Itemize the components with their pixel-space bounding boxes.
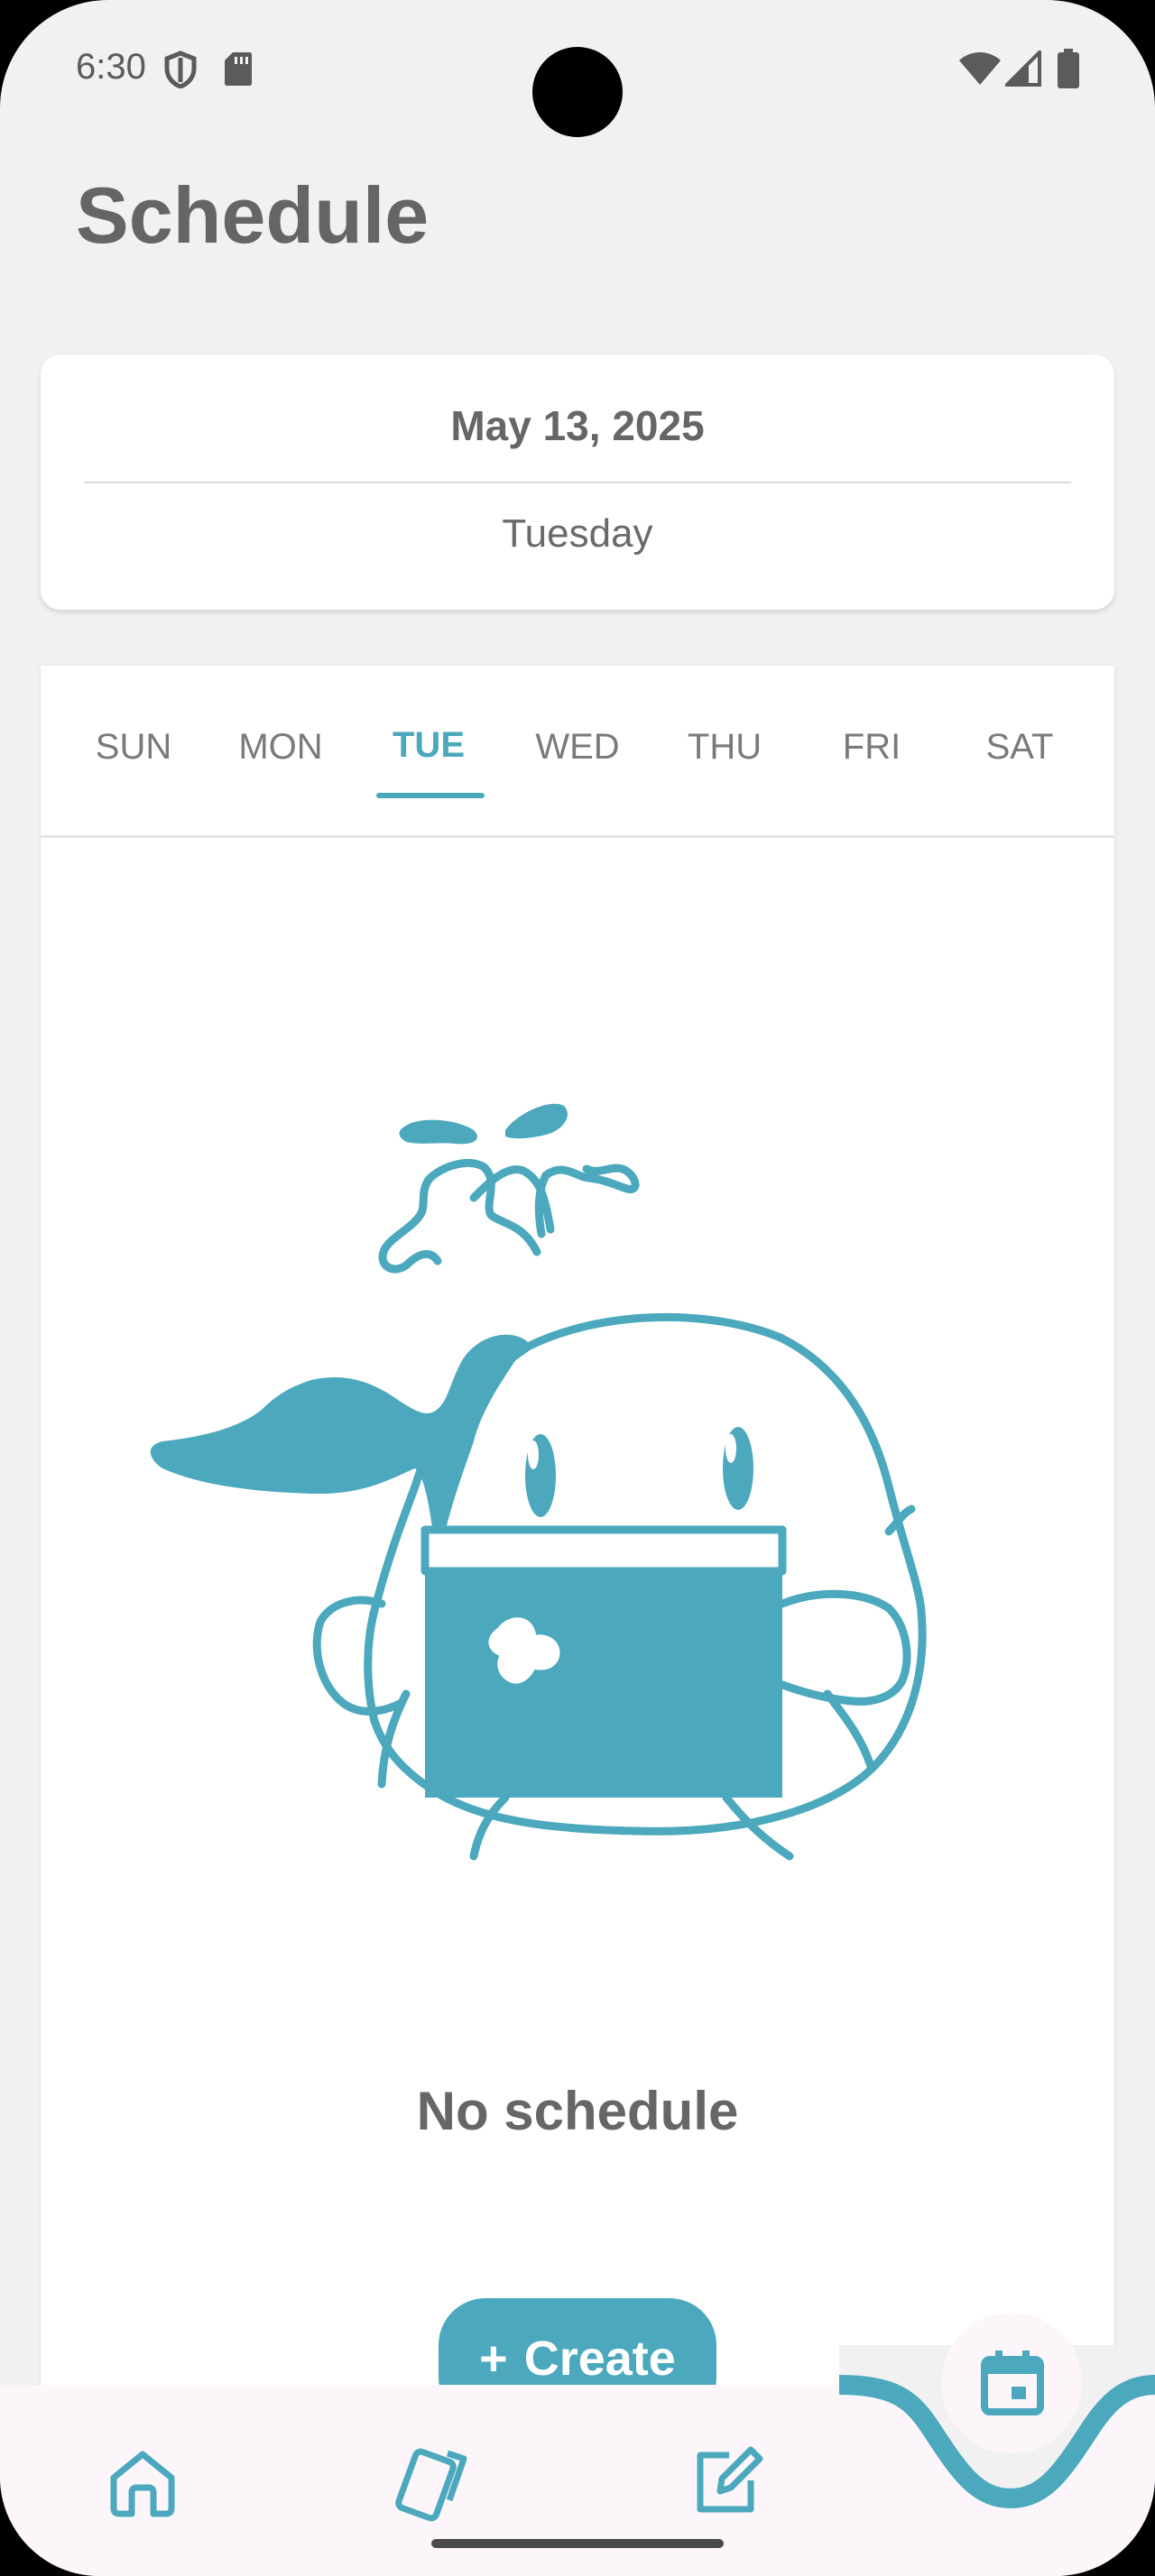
cards-icon xyxy=(395,2448,467,2522)
tab-fri[interactable]: FRI xyxy=(808,727,935,768)
home-icon xyxy=(110,2451,175,2517)
nav-item-home[interactable] xyxy=(101,2440,184,2527)
tab-sun[interactable]: SUN xyxy=(70,727,197,768)
status-bar: 6:30 xyxy=(0,0,1155,137)
tab-mon[interactable]: MON xyxy=(217,727,344,768)
gesture-home-indicator[interactable] xyxy=(431,2539,724,2548)
divider xyxy=(84,482,1071,483)
nav-item-cards[interactable] xyxy=(390,2435,480,2530)
shield-icon xyxy=(164,51,197,88)
tab-thu[interactable]: THU xyxy=(661,727,788,768)
camera-cutout xyxy=(532,47,623,137)
tab-tue[interactable]: TUE xyxy=(365,725,492,766)
cell-signal-icon xyxy=(1005,51,1041,87)
whale-with-calendar-illustration xyxy=(150,1103,927,1861)
tab-wed[interactable]: WED xyxy=(514,727,641,768)
wifi-icon xyxy=(959,52,1001,85)
tab-selected-indicator xyxy=(376,793,485,798)
nav-item-calendar[interactable] xyxy=(941,2313,1082,2453)
day-tabs: SUN MON TUE WED THU FRI SAT xyxy=(41,666,1114,838)
nav-item-edit[interactable] xyxy=(680,2435,771,2530)
sd-card-icon xyxy=(225,52,252,86)
app-screen: 6:30 Schedule May 13, 2025 Tuesday SUN M… xyxy=(0,0,1155,2576)
calendar-icon xyxy=(981,2351,1044,2415)
empty-state-message: No schedule xyxy=(416,2081,739,2141)
page-title: Schedule xyxy=(76,170,430,260)
status-time: 6:30 xyxy=(76,47,146,87)
selected-weekday: Tuesday xyxy=(502,511,653,556)
tab-sat[interactable]: SAT xyxy=(956,727,1083,768)
schedule-card: SUN MON TUE WED THU FRI SAT No schedule … xyxy=(41,666,1114,2470)
date-card[interactable]: May 13, 2025 Tuesday xyxy=(41,354,1114,610)
edit-note-icon xyxy=(697,2446,763,2513)
selected-date: May 13, 2025 xyxy=(450,402,705,449)
battery-icon xyxy=(1058,49,1079,88)
